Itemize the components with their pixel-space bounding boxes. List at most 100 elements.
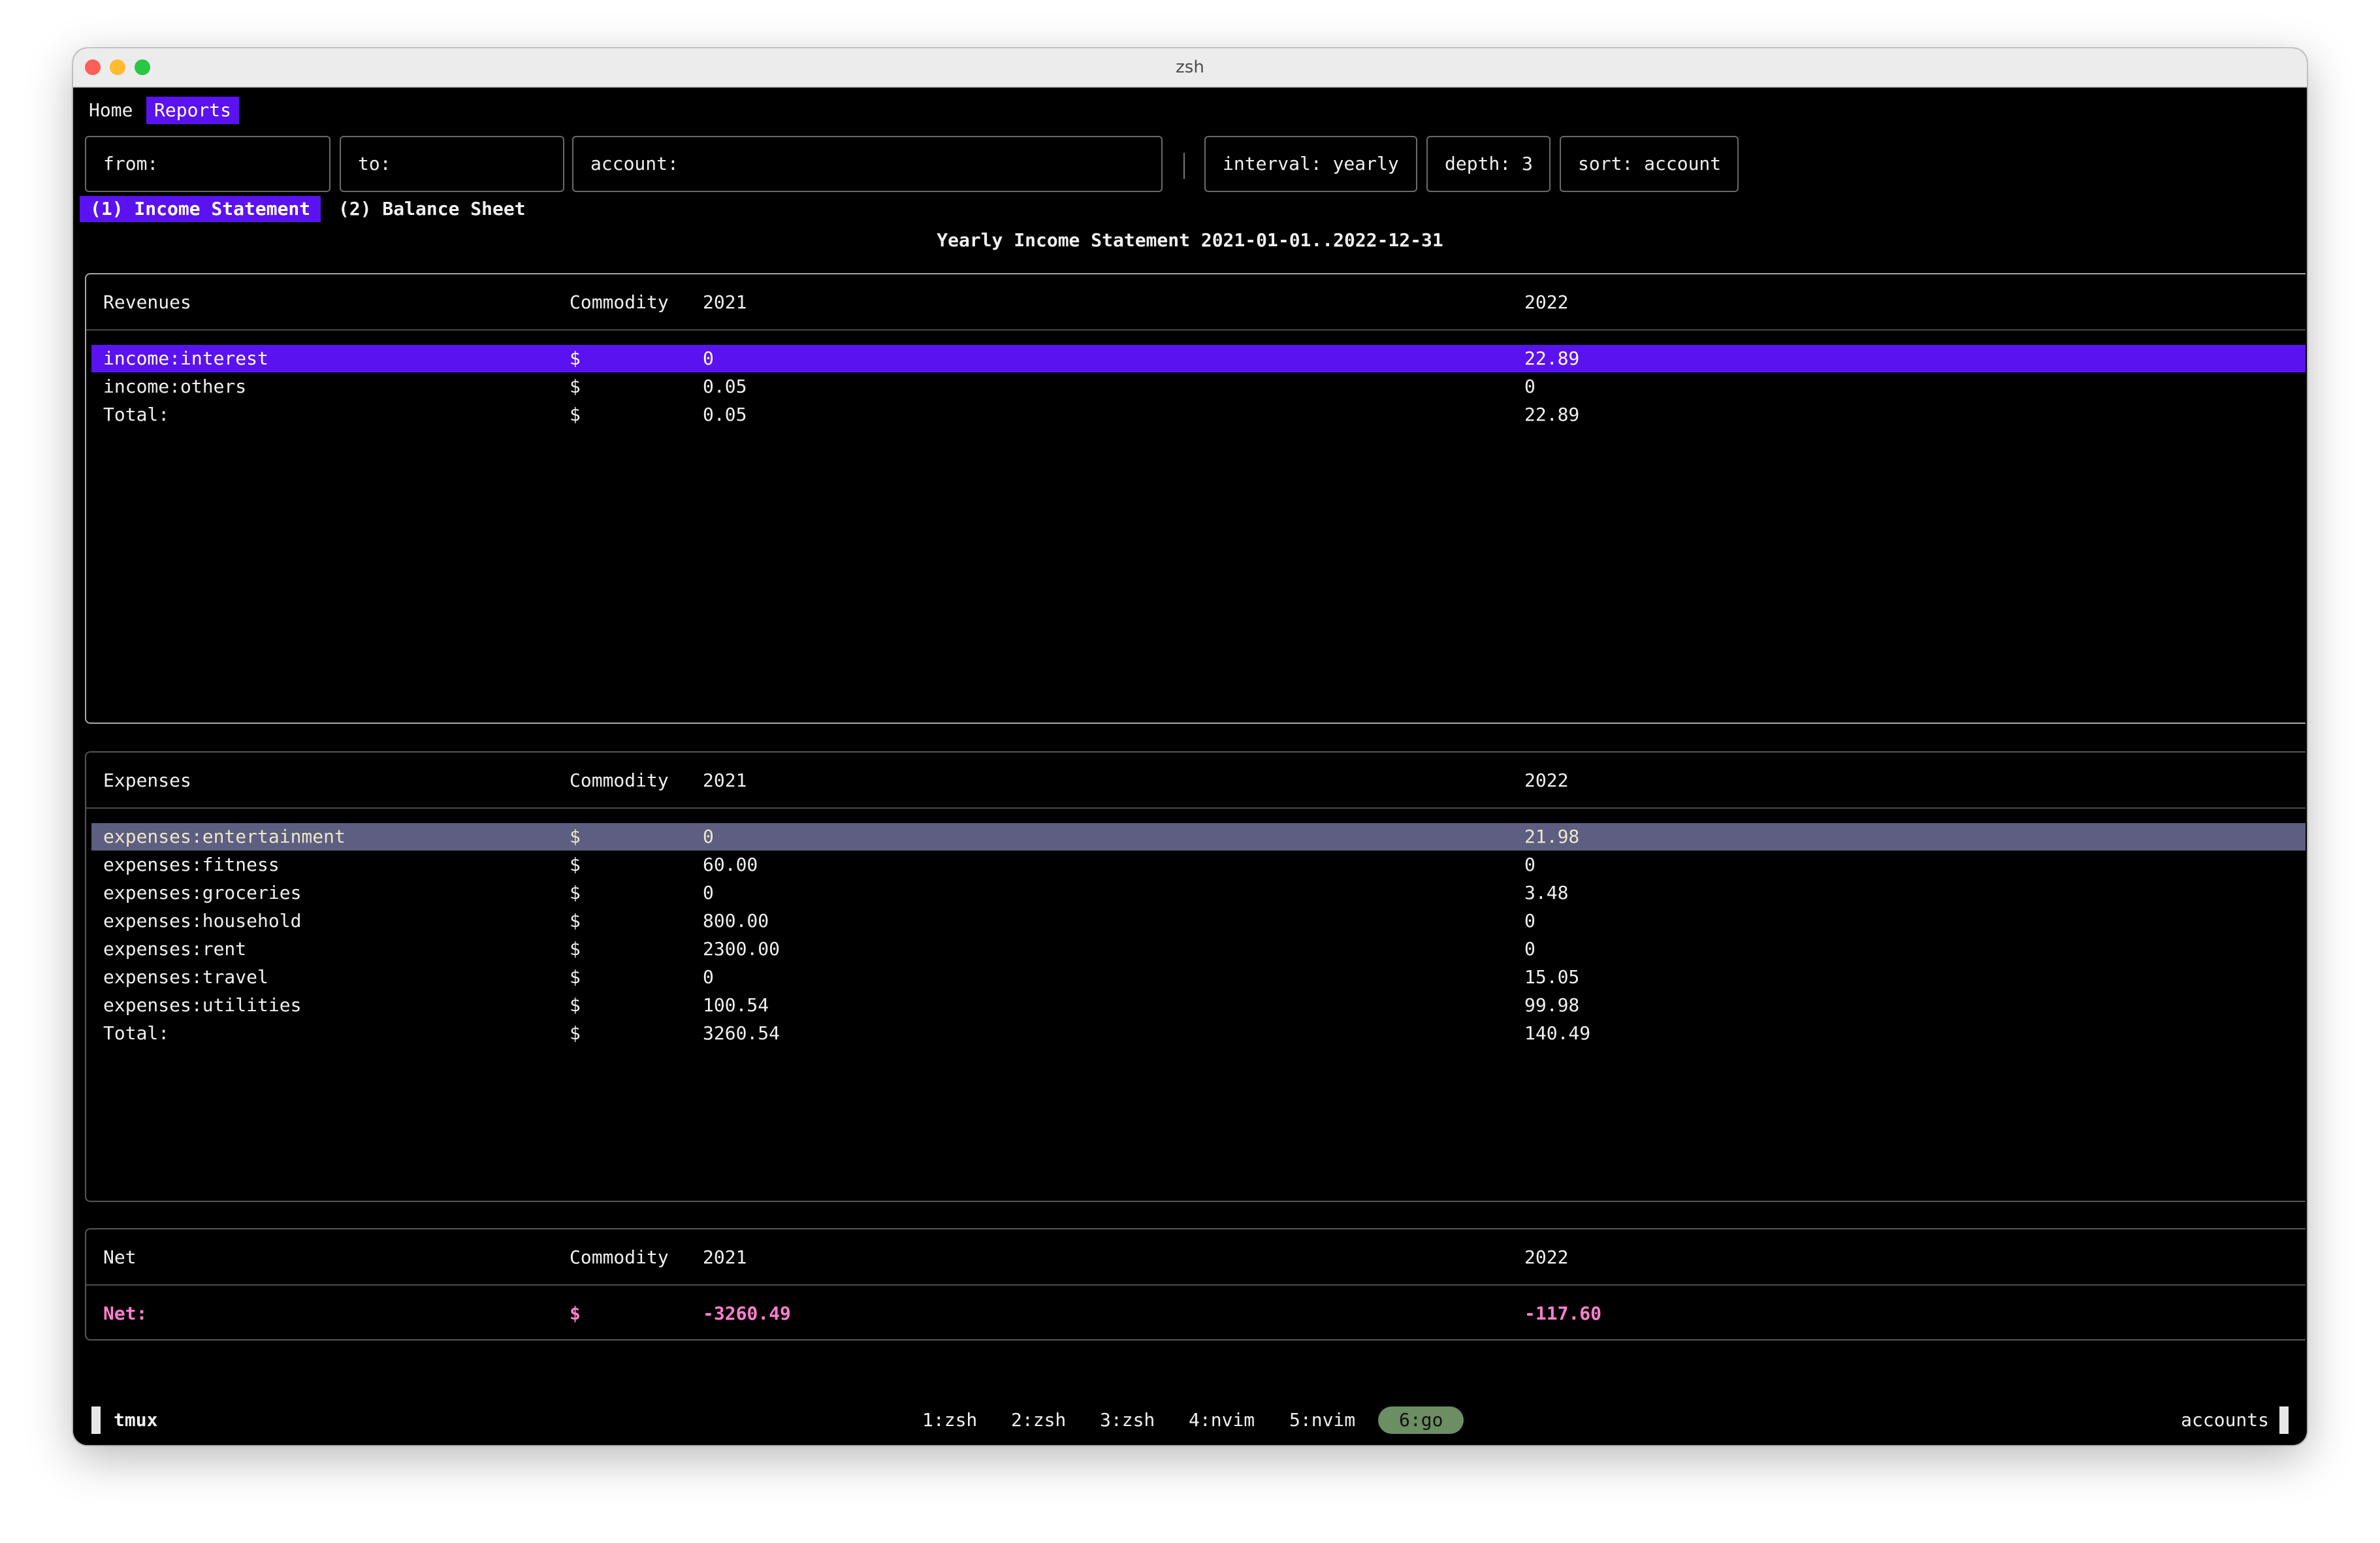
net-header: Net Commodity 2021 2022 <box>91 1244 2306 1271</box>
tmux-window-5[interactable]: 5:nvim <box>1289 1406 1355 1434</box>
tmux-window-6-active[interactable]: 6:go <box>1378 1406 1464 1434</box>
tmux-status-bar: tmux 1:zsh 2:zsh 3:zsh 4:nvim 5:nvim 6:g… <box>73 1395 2307 1445</box>
to-field[interactable]: to: <box>340 136 564 192</box>
depth-selector[interactable]: depth: 3 <box>1426 136 1551 192</box>
nav-reports[interactable]: Reports <box>146 97 240 124</box>
col-header-2021: 2021 <box>703 770 747 791</box>
status-left-marker <box>91 1406 101 1434</box>
tab-balance-sheet[interactable]: (2) Balance Sheet <box>328 196 536 222</box>
account-cell: income:interest <box>103 348 268 369</box>
table-row[interactable]: expenses:fitness $ 60.00 0 <box>91 851 2306 879</box>
table-row[interactable]: expenses:groceries $ 0 3.48 <box>91 879 2306 907</box>
value-2022-cell: 15.05 <box>1524 966 1580 988</box>
interval-selector[interactable]: interval: yearly <box>1204 136 1417 192</box>
window-title: zsh <box>1176 57 1204 77</box>
col-header-account: Net <box>103 1246 137 1268</box>
tab-income-statement[interactable]: (1) Income Statement <box>80 196 321 222</box>
commodity-cell: $ <box>570 854 581 875</box>
col-header-2021: 2021 <box>703 291 747 313</box>
account-cell: income:others <box>103 376 247 397</box>
commodity-cell: $ <box>570 376 581 397</box>
value-2021-cell: 0.05 <box>703 404 747 425</box>
revenues-panel: Revenues Commodity 2021 2022 income:inte… <box>85 273 2306 724</box>
account-field[interactable]: account: <box>572 136 1163 192</box>
title-bar: zsh <box>73 48 2307 88</box>
account-cell: Total: <box>103 1022 170 1044</box>
report-title: Yearly Income Statement 2021-01-01..2022… <box>937 229 1443 251</box>
commodity-cell: $ <box>570 826 581 847</box>
value-2022-cell: 140.49 <box>1524 1022 1591 1044</box>
expenses-panel: Expenses Commodity 2021 2022 expenses:en… <box>85 751 2306 1202</box>
value-2022-cell: -117.60 <box>1524 1303 1602 1324</box>
account-cell: expenses:entertainment <box>103 826 346 847</box>
filter-separator <box>1183 153 1185 179</box>
value-2022-cell: 22.89 <box>1524 404 1580 425</box>
nav-home[interactable]: Home <box>81 97 140 124</box>
net-panel: Net Commodity 2021 2022 Net: $ -3260.49 … <box>85 1228 2306 1340</box>
value-2022-cell: 3.48 <box>1524 882 1569 903</box>
value-2022-cell: 22.89 <box>1524 348 1580 369</box>
value-2021-cell: 0 <box>703 966 714 988</box>
value-2021-cell: 100.54 <box>703 994 769 1016</box>
table-row-selected[interactable]: income:interest $ 0 22.89 <box>91 345 2306 372</box>
value-2021-cell: 3260.54 <box>703 1022 780 1044</box>
value-2021-cell: 0 <box>703 826 714 847</box>
table-row-selected[interactable]: expenses:entertainment $ 0 21.98 <box>91 823 2306 851</box>
col-header-2022: 2022 <box>1524 291 1569 313</box>
value-2021-cell: 60.00 <box>703 854 758 875</box>
commodity-cell: $ <box>570 882 581 903</box>
tmux-window-4[interactable]: 4:nvim <box>1189 1406 1255 1434</box>
commodity-cell: $ <box>570 966 581 988</box>
header-divider <box>86 329 2306 331</box>
sort-selector[interactable]: sort: account <box>1560 136 1739 192</box>
account-cell: Total: <box>103 404 170 425</box>
session-name: tmux <box>114 1409 158 1431</box>
terminal-window: zsh Home Reports from: to: account: inte… <box>73 48 2307 1445</box>
col-header-commodity: Commodity <box>570 770 669 791</box>
tmux-window-1[interactable]: 1:zsh <box>922 1406 977 1434</box>
commodity-cell: $ <box>570 348 581 369</box>
status-right-label: accounts <box>2181 1409 2269 1431</box>
account-cell: expenses:household <box>103 910 302 932</box>
total-row[interactable]: Total: $ 3260.54 140.49 <box>91 1020 2306 1047</box>
value-2022-cell: 21.98 <box>1524 826 1580 847</box>
account-cell: expenses:travel <box>103 966 268 988</box>
terminal-content: Home Reports from: to: account: interval… <box>73 88 2307 1445</box>
net-row[interactable]: Net: $ -3260.49 -117.60 <box>91 1300 2306 1327</box>
header-divider <box>86 807 2306 809</box>
value-2021-cell: 2300.00 <box>703 938 780 960</box>
col-header-2022: 2022 <box>1524 770 1569 791</box>
table-row[interactable]: expenses:rent $ 2300.00 0 <box>91 935 2306 963</box>
col-header-2021: 2021 <box>703 1246 747 1268</box>
value-2021-cell: 800.00 <box>703 910 769 932</box>
tmux-window-2[interactable]: 2:zsh <box>1011 1406 1066 1434</box>
value-2021-cell: -3260.49 <box>703 1303 791 1324</box>
value-2021-cell: 0 <box>703 882 714 903</box>
header-divider <box>86 1284 2306 1286</box>
account-cell: expenses:utilities <box>103 994 302 1016</box>
table-row[interactable]: expenses:utilities $ 100.54 99.98 <box>91 992 2306 1019</box>
col-header-commodity: Commodity <box>570 1246 669 1268</box>
account-cell: Net: <box>103 1303 148 1324</box>
expenses-header: Expenses Commodity 2021 2022 <box>91 767 2306 794</box>
value-2022-cell: 99.98 <box>1524 994 1580 1016</box>
value-2021-cell: 0 <box>703 348 714 369</box>
table-row[interactable]: expenses:household $ 800.00 0 <box>91 907 2306 935</box>
col-header-account: Revenues <box>103 291 191 313</box>
total-row[interactable]: Total: $ 0.05 22.89 <box>91 401 2306 429</box>
table-row[interactable]: expenses:travel $ 0 15.05 <box>91 964 2306 991</box>
account-cell: expenses:fitness <box>103 854 280 875</box>
col-header-commodity: Commodity <box>570 291 669 313</box>
commodity-cell: $ <box>570 994 581 1016</box>
table-row[interactable]: income:others $ 0.05 0 <box>91 373 2306 400</box>
value-2021-cell: 0.05 <box>703 376 747 397</box>
commodity-cell: $ <box>570 910 581 932</box>
col-header-account: Expenses <box>103 770 191 791</box>
from-field[interactable]: from: <box>85 136 330 192</box>
commodity-cell: $ <box>570 1303 581 1324</box>
status-right-marker <box>2279 1406 2289 1434</box>
value-2022-cell: 0 <box>1524 854 1536 875</box>
account-cell: expenses:rent <box>103 938 247 960</box>
tmux-window-3[interactable]: 3:zsh <box>1100 1406 1155 1434</box>
account-cell: expenses:groceries <box>103 882 302 903</box>
